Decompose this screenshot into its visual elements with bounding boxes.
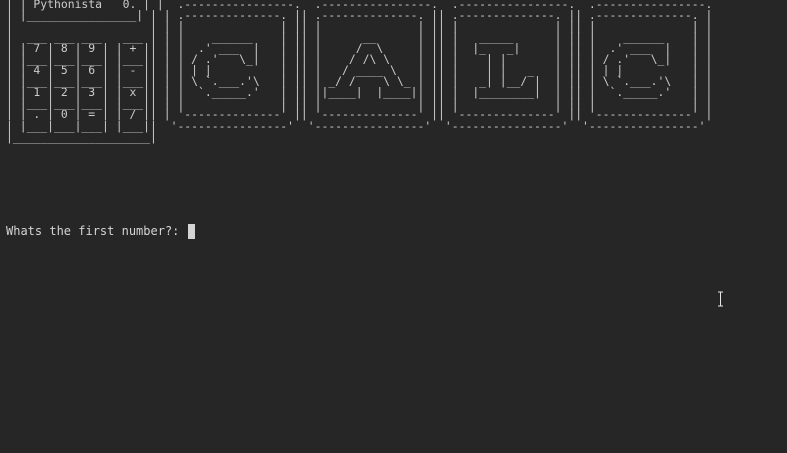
input-prompt-line[interactable]: Whats the first number?: <box>6 223 195 239</box>
text-cursor <box>187 223 195 239</box>
terminal-window[interactable]: | | Pythonista 0. | | .----------------.… <box>0 0 787 453</box>
number-input[interactable] <box>187 223 195 239</box>
calculator-ascii-banner: | | Pythonista 0. | | .----------------.… <box>6 0 713 144</box>
prompt-label: Whats the first number?: <box>6 223 187 238</box>
ibeam-cursor-icon <box>718 291 723 307</box>
